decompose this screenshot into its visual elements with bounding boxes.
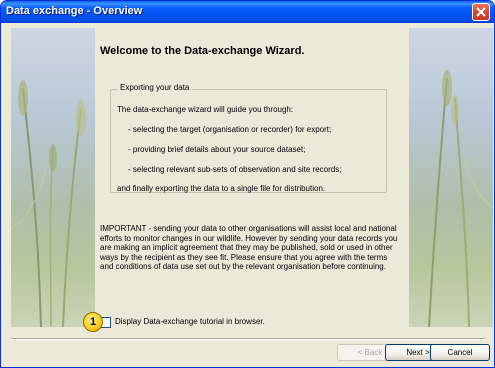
close-button[interactable]: [472, 3, 490, 21]
title-bar: Data exchange - Overview: [1, 1, 494, 23]
group-intro: The data-exchange wizard will guide you …: [117, 105, 294, 114]
window-title: Data exchange - Overview: [6, 5, 143, 17]
wizard-content: Welcome to the Data-exchange Wizard. Exp…: [95, 28, 409, 328]
page-heading: Welcome to the Data-exchange Wizard.: [100, 45, 305, 57]
wizard-window: Data exchange - Overview Welcome to the …: [0, 0, 495, 368]
step-item: - providing brief details about your sou…: [128, 145, 306, 154]
footer-separator: [11, 338, 485, 340]
important-notice: IMPORTANT - sending your data to other o…: [100, 224, 398, 271]
cancel-button[interactable]: Cancel: [430, 344, 490, 361]
group-title: Exporting your data: [117, 83, 193, 92]
group-outro: and finally exporting the data to a sing…: [117, 184, 326, 193]
tutorial-checkbox-label[interactable]: Display Data-exchange tutorial in browse…: [115, 317, 265, 326]
left-decorative-image: [11, 28, 95, 327]
right-decorative-image: [409, 28, 493, 327]
exporting-data-group: Exporting your data The data-exchange wi…: [110, 83, 387, 193]
close-icon: [476, 7, 486, 17]
callout-marker: 1: [83, 312, 103, 332]
step-item: - selecting the target (organisation or …: [128, 125, 332, 134]
step-item: - selecting relevant sub-sets of observa…: [128, 165, 342, 174]
